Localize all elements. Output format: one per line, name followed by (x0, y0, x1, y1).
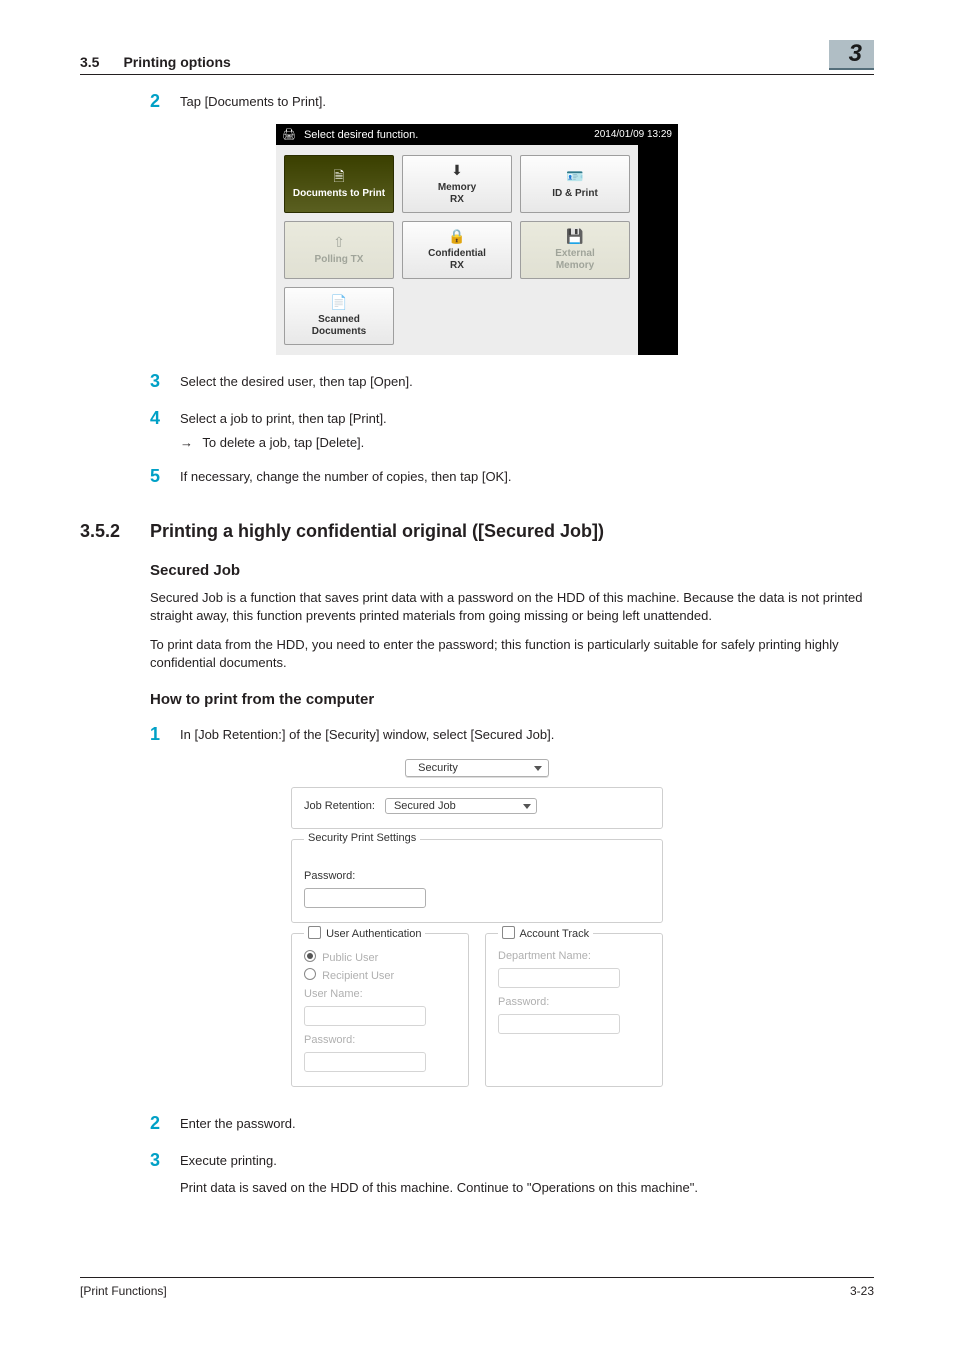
public-user-label: Public User (322, 952, 378, 964)
secured-job-p2: To print data from the HDD, you need to … (150, 636, 874, 671)
tile-confidential-rx[interactable]: 🔒 Confidential RX (402, 221, 512, 279)
public-user-radio[interactable] (304, 950, 316, 962)
datetime: 2014/01/09 13:29 (594, 129, 672, 140)
step-3: 3 Select the desired user, then tap [Ope… (150, 371, 874, 392)
secured-job-p1: Secured Job is a function that saves pri… (150, 589, 874, 624)
subsection-number: 3.5.2 (80, 521, 150, 542)
tile-polling-tx[interactable]: ⇧ Polling TX (284, 221, 394, 279)
step-text: Tap [Documents to Print]. (180, 91, 326, 112)
account-track-box: Account Track Department Name: Password: (485, 933, 663, 1087)
sub-text: To delete a job, tap [Delete]. (202, 435, 364, 450)
subsection-heading: 3.5.2 Printing a highly confidential ori… (80, 521, 874, 542)
polling-icon: ⇧ (333, 234, 345, 251)
at-legend: Account Track (519, 928, 589, 940)
download-icon: ⬇ (451, 162, 463, 179)
at-dept-label: Department Name: (498, 950, 650, 962)
id-card-icon: 🪪 (566, 168, 583, 185)
device-screenshot-function-select: 🖨 Select desired function. 2014/01/09 13… (276, 124, 678, 355)
secured-job-heading: Secured Job (150, 562, 874, 579)
security-print-settings-box: Security Print Settings Password: (291, 839, 663, 923)
ua-password-label: Password: (304, 1034, 456, 1046)
howto-step-3-sub: Print data is saved on the HDD of this m… (180, 1179, 874, 1197)
tile-label: Memory RX (438, 182, 476, 206)
footer-page-number: 3-23 (850, 1284, 874, 1298)
step-4-sub: → To delete a job, tap [Delete]. (180, 435, 874, 450)
step-number: 2 (150, 91, 180, 112)
footer-left: [Print Functions] (80, 1284, 167, 1298)
step-number: 5 (150, 466, 180, 487)
tab-select[interactable]: Security (405, 759, 549, 777)
step-2: 2 Tap [Documents to Print]. (150, 91, 874, 112)
tile-documents-to-print[interactable]: 🗎 Documents to Print (284, 155, 394, 213)
step-5: 5 If necessary, change the number of cop… (150, 466, 874, 487)
page-footer: [Print Functions] 3-23 (80, 1277, 874, 1298)
step-number: 3 (150, 1150, 180, 1171)
retention-select[interactable]: Secured Job (385, 798, 537, 814)
tile-external-memory[interactable]: 💾 External Memory (520, 221, 630, 279)
tile-id-print[interactable]: 🪪 ID & Print (520, 155, 630, 213)
password-input[interactable] (304, 888, 426, 908)
step-text: If necessary, change the number of copie… (180, 466, 511, 487)
tile-label: Confidential RX (428, 248, 486, 272)
lock-icon: 🔒 (448, 228, 465, 245)
ua-username-label: User Name: (304, 988, 456, 1000)
tile-label: External Memory (555, 248, 594, 272)
howto-step-1: 1 In [Job Retention:] of the [Security] … (150, 724, 874, 745)
step-number: 1 (150, 724, 180, 745)
documents-icon: 🗎 (333, 168, 344, 185)
prompt-text: Select desired function. (304, 129, 418, 141)
tile-scanned-documents[interactable]: 📄 Scanned Documents (284, 287, 394, 345)
step-text: Enter the password. (180, 1113, 296, 1134)
retention-value: Secured Job (394, 800, 456, 812)
scan-icon: 📄 (330, 294, 347, 311)
at-password-input[interactable] (498, 1014, 620, 1034)
tile-label: ID & Print (552, 188, 598, 200)
page-header: 3.5 Printing options 3 (80, 40, 874, 75)
step-text: Select a job to print, then tap [Print]. (180, 408, 387, 429)
step-text: Execute printing. (180, 1150, 277, 1171)
job-retention-box: Job Retention: Secured Job (291, 787, 663, 829)
step-number: 4 (150, 408, 180, 429)
chapter-badge: 3 (829, 40, 874, 70)
howto-step-3: 3 Execute printing. (150, 1150, 874, 1171)
password-label: Password: (304, 870, 650, 882)
sps-legend: Security Print Settings (304, 832, 420, 844)
section-title: Printing options (123, 54, 230, 70)
tile-label: Documents to Print (293, 188, 385, 200)
step-number: 2 (150, 1113, 180, 1134)
tile-label: Scanned Documents (312, 314, 366, 338)
step-4: 4 Select a job to print, then tap [Print… (150, 408, 874, 429)
at-password-label: Password: (498, 996, 650, 1008)
step-text: In [Job Retention:] of the [Security] wi… (180, 724, 554, 745)
ua-password-input[interactable] (304, 1052, 426, 1072)
howto-heading: How to print from the computer (150, 691, 874, 708)
driver-screenshot-security: Security Job Retention: Secured Job Secu… (291, 759, 663, 1097)
step-number: 3 (150, 371, 180, 392)
at-dept-input[interactable] (498, 968, 620, 988)
step-text: Select the desired user, then tap [Open]… (180, 371, 413, 392)
tab-label: Security (418, 762, 458, 774)
usb-icon: 💾 (566, 228, 583, 245)
at-checkbox[interactable] (502, 926, 515, 939)
arrow-icon: → (180, 435, 193, 450)
subsection-title: Printing a highly confidential original … (150, 521, 604, 542)
ua-username-input[interactable] (304, 1006, 426, 1026)
recipient-user-radio[interactable] (304, 968, 316, 980)
printer-icon: 🖨 (282, 128, 296, 141)
retention-label: Job Retention: (304, 800, 375, 812)
ua-legend: User Authentication (326, 928, 421, 940)
recipient-user-label: Recipient User (322, 970, 394, 982)
user-authentication-box: User Authentication Public User Recipien… (291, 933, 469, 1087)
tile-memory-rx[interactable]: ⬇ Memory RX (402, 155, 512, 213)
ua-checkbox[interactable] (308, 926, 321, 939)
section-number: 3.5 (80, 54, 99, 70)
tile-label: Polling TX (315, 254, 364, 266)
howto-step-2: 2 Enter the password. (150, 1113, 874, 1134)
